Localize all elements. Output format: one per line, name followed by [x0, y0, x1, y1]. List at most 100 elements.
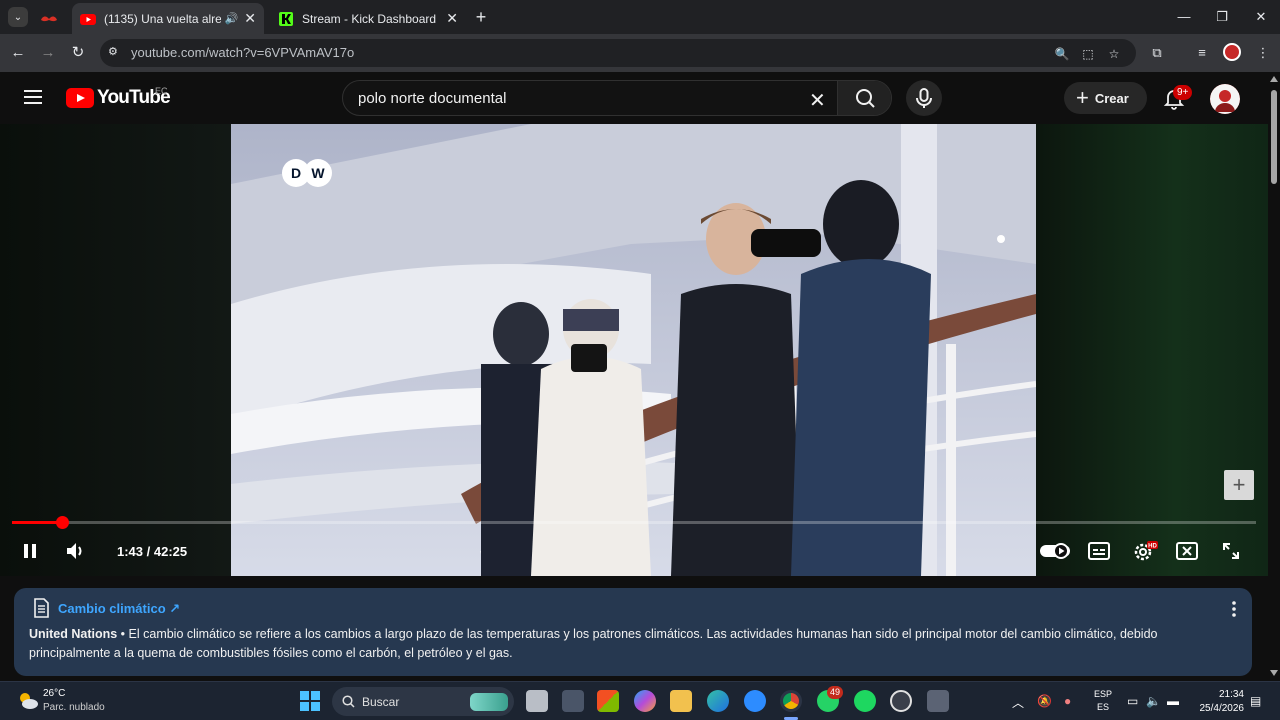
info-description: • El cambio climático se refiere a los c… [29, 627, 1158, 660]
info-panel-text: United Nations • El cambio climático se … [29, 625, 1219, 663]
search-button[interactable] [837, 81, 891, 115]
search-input[interactable]: polo norte documental [358, 90, 506, 107]
search-icon [342, 695, 355, 708]
input-language[interactable]: ESP ES [1094, 688, 1112, 714]
back-icon[interactable]: ← [7, 42, 29, 64]
chrome-icon[interactable] [780, 690, 802, 712]
more-options-icon[interactable] [1228, 600, 1240, 618]
scrubber-handle[interactable] [56, 516, 69, 529]
tab-search-dropdown[interactable]: ⌄ [8, 7, 28, 27]
guide-menu-icon[interactable] [24, 90, 42, 104]
clock-time: 21:34 [1218, 689, 1244, 700]
copilot-icon[interactable] [634, 690, 656, 712]
subtitles-icon[interactable] [1088, 542, 1110, 560]
mustache-extension-icon[interactable] [40, 11, 58, 22]
zoom-icon[interactable]: 🔍 [1054, 46, 1070, 62]
microphone-icon [916, 88, 932, 108]
weather-temperature: 26°C [43, 688, 66, 699]
notification-center-icon[interactable]: ▤ [1250, 694, 1261, 708]
taskbar-search[interactable]: Buscar [332, 687, 514, 716]
install-app-icon[interactable]: ⬚ [1080, 46, 1096, 62]
edge-icon[interactable] [707, 690, 729, 712]
youtube-favicon-icon [80, 13, 96, 25]
reload-icon[interactable]: ↻ [67, 42, 89, 64]
whatsapp-badge: 49 [827, 686, 844, 699]
windows-start-icon[interactable] [300, 691, 320, 711]
new-tab-button[interactable]: + [472, 6, 490, 28]
tab-title: Stream - Kick Dashboard [302, 11, 437, 26]
extensions-icon[interactable]: ⧉ [1148, 44, 1166, 62]
autoplay-toggle-icon[interactable] [1040, 542, 1070, 560]
scroll-up-arrow-icon[interactable] [1270, 76, 1278, 82]
site-info-icon[interactable]: ⚙ [108, 45, 124, 61]
url-text: youtube.com/watch?v=6VPVAmAV17o [131, 45, 355, 60]
plus-icon: + [1076, 85, 1089, 110]
volume-icon[interactable] [64, 540, 88, 562]
pause-icon[interactable] [20, 541, 40, 561]
spotify-icon[interactable] [854, 690, 876, 712]
forward-icon[interactable]: → [37, 42, 59, 64]
country-code: EC [155, 86, 168, 96]
system-clock[interactable]: 21:34 25/4/2026 [1196, 688, 1245, 716]
search-icon [856, 89, 875, 108]
restore-icon[interactable]: ❐ [1210, 6, 1234, 28]
battery-icon[interactable]: ▬ [1167, 694, 1179, 708]
calculator-icon[interactable] [927, 690, 949, 712]
info-source: United Nations [29, 627, 118, 641]
scrollbar-thumb[interactable] [1271, 90, 1277, 184]
microphone-tray-icon[interactable]: ● [1064, 694, 1071, 708]
windows-taskbar: 26°C Parc. nublado Buscar 49 ︿ 🔕 ● ESP ES… [0, 681, 1280, 720]
video-frame[interactable] [231, 124, 1036, 576]
keyboard-layout: ES [1097, 702, 1110, 712]
fullscreen-icon[interactable] [1221, 541, 1241, 561]
network-icon[interactable]: ▭ [1127, 694, 1138, 708]
search-box[interactable]: polo norte documental ✕ [342, 80, 892, 116]
kick-favicon-icon [279, 11, 293, 26]
speaker-icon[interactable]: 🔊 [225, 12, 239, 25]
scroll-down-arrow-icon[interactable] [1270, 670, 1278, 676]
browser-tab-strip: ⌄ (1135) Una vuelta alrededor del mundo … [0, 0, 1280, 34]
media-controls-icon[interactable]: ≡ [1193, 44, 1211, 62]
page-scrollbar[interactable] [1268, 72, 1280, 681]
clock-date: 25/4/2026 [1199, 703, 1245, 714]
video-scene-image [231, 124, 1036, 576]
youtube-header: YouTube EC polo norte documental ✕ + Cre… [0, 72, 1268, 124]
obs-icon[interactable] [890, 690, 912, 712]
app-cube-icon[interactable] [562, 690, 584, 712]
tab-kick-dashboard[interactable]: Stream - Kick Dashboard ✕ [270, 3, 466, 34]
chrome-menu-icon[interactable]: ⋮ [1254, 44, 1272, 62]
tab-title: (1135) Una vuelta alrededor del mundo [104, 11, 221, 26]
microsoft-store-icon[interactable] [597, 690, 619, 712]
info-panel: Cambio climático ↗ United Nations • El c… [14, 588, 1252, 676]
tab-youtube[interactable]: (1135) Una vuelta alrededor del mundo 🔊 … [72, 3, 264, 34]
profile-avatar[interactable] [1223, 43, 1241, 61]
bookmark-star-icon[interactable]: ☆ [1106, 46, 1122, 62]
svg-text:HD: HD [1148, 544, 1157, 550]
taskbar-search-label: Buscar [362, 695, 400, 709]
close-tab-icon[interactable]: ✕ [446, 10, 458, 27]
video-player[interactable]: D W DW 1:43 / 42:25 + HD [0, 124, 1268, 576]
climate-change-link[interactable]: Cambio climático ↗ [58, 601, 180, 617]
create-button[interactable]: + Crear [1064, 82, 1147, 114]
document-icon [34, 598, 49, 618]
voice-search-button[interactable] [906, 80, 942, 116]
close-tab-icon[interactable]: ✕ [244, 10, 256, 27]
file-explorer-icon[interactable] [670, 690, 692, 712]
address-bar[interactable]: ⚙ youtube.com/watch?v=6VPVAmAV17o 🔍 ⬚ ☆ [100, 39, 1136, 67]
close-window-icon[interactable]: ✕ [1249, 6, 1273, 28]
show-hidden-icons-icon[interactable]: ︿ [1012, 694, 1024, 711]
task-view-icon[interactable] [526, 690, 548, 712]
svg-text:W: W [311, 165, 325, 181]
settings-gear-icon[interactable]: HD [1132, 540, 1158, 562]
miniplayer-icon[interactable] [1176, 542, 1198, 560]
notifications-muted-icon[interactable]: 🔕 [1037, 694, 1052, 708]
add-overlay-button[interactable]: + [1224, 470, 1254, 500]
speaker-tray-icon[interactable]: 🔈 [1146, 694, 1161, 708]
weather-description: Parc. nublado [43, 702, 105, 713]
minimize-icon[interactable]: — [1172, 6, 1196, 28]
progress-bar[interactable] [12, 516, 1256, 529]
account-avatar[interactable] [1210, 84, 1240, 114]
zoom-icon[interactable] [744, 690, 766, 712]
clear-search-icon[interactable]: ✕ [809, 88, 826, 113]
partly-cloudy-icon[interactable] [16, 689, 40, 713]
